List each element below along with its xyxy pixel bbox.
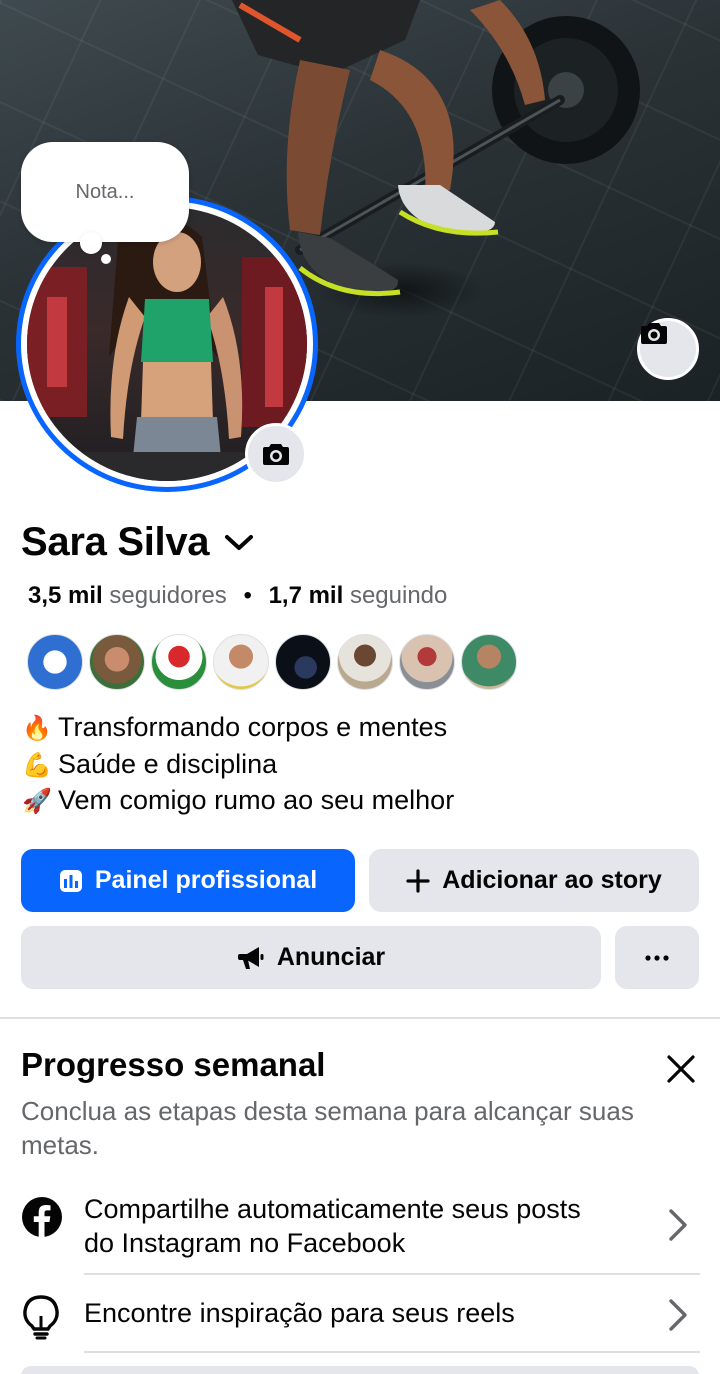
camera-icon [641,323,667,344]
avatar-camera-button[interactable] [245,423,307,485]
friend-avatar[interactable] [151,634,207,690]
note-placeholder: Nota... [75,180,135,203]
weekly-progress-subtitle: Conclua as etapas desta semana para alca… [21,1096,634,1160]
bio-line: 🔥 Transformando corpos e mentes [22,710,454,747]
bio-line: 🚀 Vem comigo rumo ao seu melhor [22,783,454,820]
flexed-biceps-icon: 💪 [22,751,52,779]
friend-avatar[interactable] [89,634,145,690]
profile-bio: 🔥 Transformando corpos e mentes 💪 Saúde e … [22,710,454,820]
friend-avatar[interactable] [275,634,331,690]
chevron-down-icon[interactable] [223,533,255,553]
bio-text: Transformando corpos e mentes [58,712,448,742]
following-label[interactable]: seguindo [350,582,447,609]
facebook-logo-icon [22,1197,62,1237]
task-label-line: Compartilhe automaticamente seus posts [84,1194,581,1224]
profile-name: Sara Silva [21,520,210,564]
rocket-icon: 🚀 [22,788,52,815]
advertise-button[interactable]: Anunciar [21,926,601,989]
note-bubble[interactable]: Nota... [21,142,189,242]
megaphone-icon [237,946,264,969]
friend-avatars [27,634,517,690]
task-divider [84,1273,700,1275]
friend-avatar[interactable] [399,634,455,690]
task-label-line: do Instagram no Facebook [84,1228,406,1258]
ellipsis-icon [645,954,669,961]
friend-avatar[interactable] [213,634,269,690]
camera-icon [263,444,289,465]
add-to-story-label: Adicionar ao story [442,866,662,894]
friend-avatar[interactable] [337,634,393,690]
bio-text: Saúde e disciplina [58,748,278,779]
note-bubble-tail [80,232,102,254]
weekly-progress-title: Progresso semanal [21,1046,326,1083]
task-label: Encontre inspiração para seus reels [84,1298,515,1328]
chevron-right-icon [669,1209,687,1241]
task-divider [84,1351,700,1353]
follow-stats: 3,5 mil seguidores • 1,7 mil seguindo [28,582,447,610]
stats-separator: • [243,582,252,609]
close-icon[interactable] [664,1052,698,1086]
task-share-instagram[interactable]: Compartilhe automaticamente seus posts d… [0,1190,720,1276]
task-reels-inspiration[interactable]: Encontre inspiração para seus reels [0,1290,720,1352]
profile-name-row[interactable]: Sara Silva [21,520,255,565]
task-label: Compartilhe automaticamente seus posts d… [84,1192,581,1260]
chevron-right-icon [669,1299,687,1331]
note-bubble-tail-small [101,254,111,264]
advertise-label: Anunciar [276,943,386,971]
add-to-story-button[interactable]: Adicionar ao story [369,849,699,912]
friend-avatar[interactable] [27,634,83,690]
bio-line: 💪 Saúde e disciplina [22,747,454,784]
next-card-edge [21,1366,699,1374]
cover-camera-button[interactable] [637,318,699,380]
following-count[interactable]: 1,7 mil [269,582,344,609]
professional-dashboard-button[interactable]: Painel profissional [21,849,355,912]
professional-dashboard-label: Painel profissional [94,866,318,894]
friend-avatar[interactable] [461,634,517,690]
followers-label[interactable]: seguidores [109,582,226,609]
bar-chart-icon [59,869,82,892]
plus-icon [406,868,430,893]
fire-icon: 🔥 [22,715,52,742]
more-options-button[interactable] [615,926,699,989]
bio-text: Vem comigo rumo ao seu melhor [58,785,455,815]
section-divider [0,1017,720,1019]
lightbulb-icon [23,1295,59,1340]
followers-count[interactable]: 3,5 mil [28,582,103,609]
